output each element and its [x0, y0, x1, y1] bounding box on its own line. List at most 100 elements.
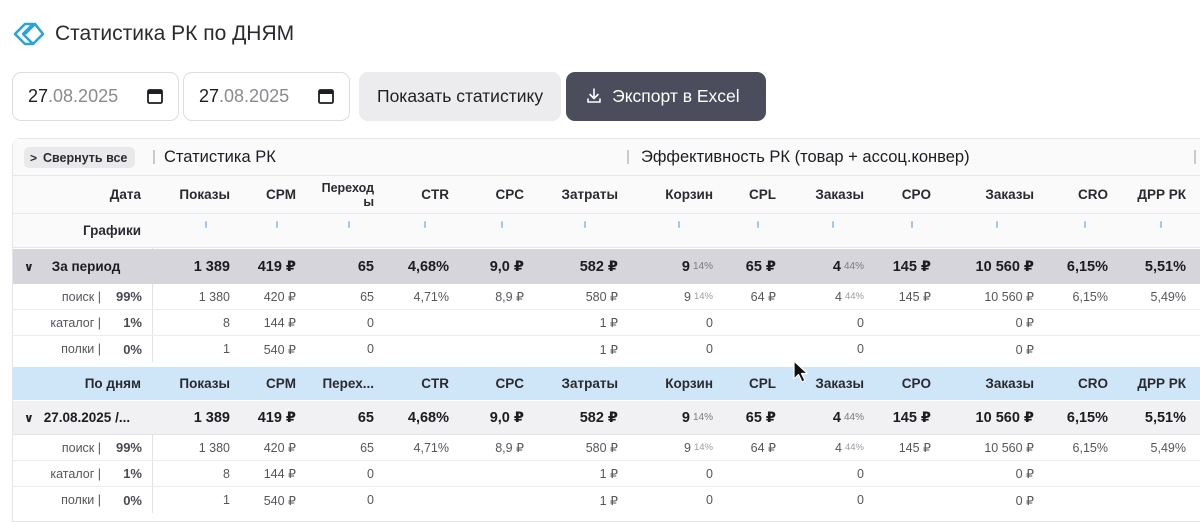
column-header-col-11[interactable]: CRO	[1040, 176, 1108, 213]
value-text: 6,15%	[1066, 409, 1108, 426]
chart-sparkline-icon[interactable]	[1084, 221, 1086, 228]
value-cell: 145 ₽	[871, 284, 931, 309]
collapse-all-button[interactable]: > Свернуть все	[24, 147, 136, 168]
column-header-col-10[interactable]: Заказы	[938, 176, 1034, 213]
day-column-header-col-5[interactable]: Затраты	[530, 367, 618, 400]
value-cell	[1114, 310, 1186, 335]
column-header-col-0[interactable]: Показы	[160, 176, 230, 213]
day-label: 27.08.2025 /...	[43, 410, 131, 425]
value-cell	[718, 461, 776, 486]
day-column-header-col-4[interactable]: CPC	[458, 367, 524, 400]
value-cell: 9,0 ₽	[458, 401, 524, 434]
chart-sparkline-icon[interactable]	[911, 221, 913, 228]
date-to-rest: .08.2025	[219, 85, 290, 106]
calendar-icon[interactable]	[317, 87, 335, 105]
day-column-header-col-0[interactable]: Показы	[160, 367, 230, 400]
value-cell: 4,68%	[379, 401, 449, 434]
group-separator	[1194, 150, 1196, 164]
day-column-header-col-10[interactable]: Заказы	[938, 367, 1034, 400]
value-cell: 144 ₽	[236, 310, 296, 335]
value-text: 582 ₽	[579, 409, 618, 426]
value-text: 4	[835, 289, 842, 304]
value-text: 419 ₽	[257, 409, 296, 426]
value-cell: 1	[160, 336, 230, 362]
share-superscript: 14%	[693, 442, 713, 453]
value-cell	[871, 336, 931, 362]
value-cell: 419 ₽	[236, 249, 296, 284]
date-from-input[interactable]: 27.08.2025	[12, 71, 179, 121]
share-superscript: 14%	[692, 412, 713, 423]
chart-sparkline-icon[interactable]	[501, 221, 503, 228]
chart-sparkline-icon[interactable]	[424, 221, 426, 228]
source-row: поиск | 99% 1 380 420 ₽65 4,71% 8,9 ₽580 ₽9 14…	[13, 435, 1200, 461]
value-text: 1 ₽	[599, 316, 618, 330]
day-total-row[interactable]: ∨ 27.08.2025 /... 1 389 419 ₽ 65 4,68% 9,0 ₽…	[13, 401, 1200, 435]
column-header-col-6[interactable]: Корзин	[623, 176, 713, 213]
value-cell	[871, 310, 931, 335]
value-cell: 9 14%	[623, 435, 713, 460]
value-text: 65	[360, 289, 374, 304]
source-name: поиск |	[61, 289, 101, 304]
value-text: 8,9 ₽	[495, 441, 524, 455]
column-header-col-1[interactable]: CPM	[236, 176, 296, 213]
charts-row: Графики	[13, 214, 1200, 248]
value-cell: 64 ₽	[718, 435, 776, 460]
value-cell: 9 14%	[623, 401, 713, 434]
day-column-header-col-11[interactable]: CRO	[1040, 367, 1108, 400]
value-text: 0	[367, 315, 374, 330]
value-text: 9,0 ₽	[489, 258, 524, 275]
download-icon	[587, 88, 601, 103]
column-header-col-12[interactable]: ДРР РК	[1114, 176, 1186, 213]
value-text: 145 ₽	[892, 258, 931, 275]
date-from-day: 27	[28, 85, 49, 106]
value-cell	[718, 310, 776, 335]
day-column-header-col-2[interactable]: Перех...	[302, 367, 374, 400]
day-column-header-col-6[interactable]: Корзин	[623, 367, 713, 400]
value-cell: 145 ₽	[871, 401, 931, 434]
page-title: Статистика РК по ДНЯМ	[55, 22, 295, 45]
export-excel-button[interactable]: Экспорт в Excel	[566, 71, 766, 121]
value-cell: 580 ₽	[530, 284, 618, 309]
value-cell: 1 ₽	[530, 487, 618, 513]
value-cell: 5,51%	[1114, 401, 1186, 434]
chart-sparkline-icon[interactable]	[205, 221, 207, 228]
value-cell	[718, 336, 776, 362]
column-header-col-3[interactable]: CTR	[379, 176, 449, 213]
date-to-input[interactable]: 27.08.2025	[183, 71, 350, 121]
column-header-col-9[interactable]: CPO	[871, 176, 931, 213]
chart-sparkline-icon[interactable]	[584, 221, 586, 228]
value-text: 1 389	[193, 409, 230, 426]
share-superscript: 14%	[693, 291, 713, 302]
day-column-header-col-12[interactable]: ДРР РК	[1114, 367, 1186, 400]
chevron-down-icon[interactable]: ∨	[24, 260, 34, 274]
day-column-header-col-7[interactable]: CPL	[718, 367, 776, 400]
chart-sparkline-icon[interactable]	[996, 221, 998, 228]
chart-sparkline-icon[interactable]	[757, 221, 759, 228]
value-cell: 4 44%	[780, 435, 864, 460]
show-statistics-button[interactable]: Показать статистику	[359, 71, 562, 121]
date-header[interactable]: Дата	[13, 176, 141, 213]
period-total-row[interactable]: ∨ За период 1 389 419 ₽ 65 4,68% 9,0 ₽ 582 ₽ 9…	[13, 249, 1200, 284]
chevron-down-icon[interactable]: ∨	[24, 411, 34, 425]
column-header-col-5[interactable]: Затраты	[530, 176, 618, 213]
chart-sparkline-icon[interactable]	[678, 221, 680, 228]
day-column-header-col-9[interactable]: CPO	[871, 367, 931, 400]
value-text: 65	[357, 409, 374, 426]
mouse-cursor-icon	[793, 360, 809, 383]
column-header-col-4[interactable]: CPC	[458, 176, 524, 213]
day-column-header-col-3[interactable]: CTR	[379, 367, 449, 400]
chart-sparkline-icon[interactable]	[1160, 221, 1162, 228]
chart-sparkline-icon[interactable]	[348, 221, 350, 228]
column-header-col-8[interactable]: Заказы	[780, 176, 864, 213]
day-column-header-col-1[interactable]: CPM	[236, 367, 296, 400]
chart-sparkline-icon[interactable]	[832, 221, 834, 228]
column-header-col-2[interactable]: Переходы	[318, 176, 374, 213]
value-text: 144 ₽	[263, 316, 296, 330]
value-text: 580 ₽	[585, 290, 618, 304]
value-cell	[1040, 310, 1108, 335]
value-cell: 4 44%	[780, 249, 864, 284]
column-header-col-7[interactable]: CPL	[718, 176, 776, 213]
value-cell	[1114, 487, 1186, 513]
chart-sparkline-icon[interactable]	[276, 221, 278, 228]
calendar-icon[interactable]	[146, 87, 164, 105]
